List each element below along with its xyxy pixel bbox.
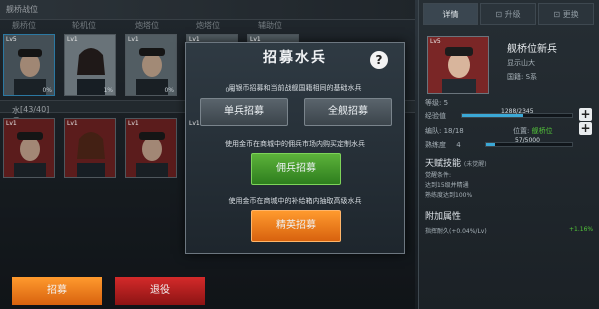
exp-value: 1288/2345 [501, 108, 534, 115]
attr-name: 指挥耐久(+0.04%/Lv) [425, 228, 487, 235]
basic-recruit-desc: 用银币招募和当前战舰国籍相同的基础水兵 [228, 84, 362, 92]
card-progress: 1% [103, 87, 113, 94]
proficiency-label-text: 熟练度 [425, 141, 446, 149]
card-level: Lv1 [67, 120, 78, 127]
card-level: Lv5 [6, 36, 17, 43]
lock-icon: ⊡ [553, 10, 561, 19]
selected-sailor-portrait: Lv5 [427, 36, 489, 94]
proficiency-bar-fill [486, 143, 495, 146]
sailor-portrait-image [428, 37, 488, 93]
sailor-origin: 显示山大 [507, 59, 535, 67]
card-level: Lv5 [430, 38, 441, 45]
elite-recruit-button[interactable]: 精英招募 [251, 210, 341, 242]
retire-button[interactable]: 退役 [115, 277, 205, 305]
merc-recruit-desc: 使用金币在商城中的佣兵市场内购买定制水兵 [225, 140, 365, 148]
crew-detail-panel: 详情 ⊡ 升级 ⊡ 更换 Lv5 舰桥位新兵 显示山大 国籍: S系 等级: 5… [418, 0, 599, 309]
attr-value: +1.16% [569, 226, 594, 233]
recruit-button[interactable]: 招募 [12, 277, 102, 305]
sailor-name: 舰桥位新兵 [507, 44, 557, 55]
talent-title-text: 天赋技能 [425, 159, 462, 169]
level-label: 等级: 5 [425, 99, 449, 107]
card-level: Lv1 [128, 120, 139, 127]
proficiency-value: 57/5000 [515, 137, 540, 144]
proficiency-level: 4 [456, 141, 461, 149]
position-label: 位置: 舰桥位 [513, 126, 553, 136]
tab-label: 详情 [442, 10, 459, 19]
card-progress: 0% [225, 87, 235, 94]
mercenary-recruit-button[interactable]: 佣兵招募 [251, 153, 341, 185]
card-level: Lv1 [250, 36, 261, 43]
tab-upgrade[interactable]: ⊡ 升级 [480, 3, 536, 25]
tab-label: 升级 [504, 10, 521, 19]
card-progress: 0% [164, 87, 174, 94]
attr-title: 附加属性 [425, 212, 462, 222]
tab-label: 更换 [562, 10, 579, 19]
single-recruit-button[interactable]: 单兵招募 [200, 98, 288, 126]
talent-line: 熟练度达到100% [425, 192, 473, 199]
card-level: Lv1 [6, 120, 17, 127]
card-level: Lv1 [189, 120, 200, 127]
card-progress: 0% [42, 87, 52, 94]
position-label-text: 位置: [513, 127, 530, 135]
help-icon[interactable]: ? [370, 51, 388, 69]
proficiency-label: 熟练度 4 [425, 140, 461, 150]
talent-title: 天赋技能 (未觉醒) [425, 156, 487, 169]
add-exp-button[interactable]: + [579, 108, 592, 121]
talent-line: 觉醒条件: [425, 172, 452, 179]
recruit-dialog: 招募水兵 ? 用银币招募和当前战舰国籍相同的基础水兵 单兵招募 全舰招募 使用金… [185, 42, 405, 254]
full-ship-recruit-button[interactable]: 全舰招募 [304, 98, 392, 126]
tab-details[interactable]: 详情 [423, 3, 478, 25]
detail-tabs: 详情 ⊡ 升级 ⊡ 更换 [419, 3, 599, 25]
card-level: Lv1 [189, 36, 200, 43]
elite-recruit-desc: 使用金币在商城中的补给箱内抽取高级水兵 [228, 197, 362, 205]
card-level: Lv1 [128, 36, 139, 43]
lock-icon: ⊡ [495, 10, 503, 19]
rank-label: 编队: 18/18 [425, 127, 464, 135]
talent-line: 达到15级并精通 [425, 182, 469, 189]
sailor-nationality: 国籍: S系 [507, 73, 538, 81]
add-rank-button[interactable]: + [579, 122, 592, 135]
tab-replace[interactable]: ⊡ 更换 [538, 3, 594, 25]
talent-note: (未觉醒) [463, 161, 487, 168]
exp-label: 经验值 [425, 112, 446, 120]
card-level: Lv1 [67, 36, 78, 43]
position-value: 舰桥位 [531, 127, 553, 135]
